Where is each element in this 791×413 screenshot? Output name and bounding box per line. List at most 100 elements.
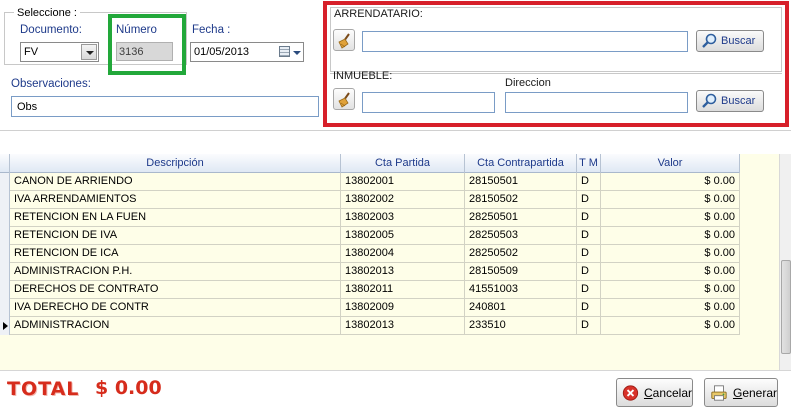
cell-valor[interactable]: $ 0.00	[601, 173, 740, 191]
cell-cta-contrapartida[interactable]: 28250501	[465, 209, 577, 227]
cell-cta-partida[interactable]: 13802009	[341, 299, 465, 317]
numero-label: Número	[116, 24, 157, 36]
table-row[interactable]: RETENCION DE IVA 13802005 28250503 D $ 0.00	[0, 227, 740, 245]
broom-clear-icon[interactable]	[333, 29, 355, 51]
col-cta-partida[interactable]: Cta Partida	[341, 154, 465, 173]
cell-cta-contrapartida[interactable]: 28150509	[465, 263, 577, 281]
table-row[interactable]: RETENCION DE ICA 13802004 28250502 D $ 0.00	[0, 245, 740, 263]
cell-tm[interactable]: D	[577, 245, 601, 263]
cell-cta-contrapartida[interactable]: 28150502	[465, 191, 577, 209]
direccion-input[interactable]	[505, 92, 688, 113]
cancelar-button[interactable]: Cancelar	[616, 378, 693, 407]
buscar-inmueble-button[interactable]: Buscar	[696, 90, 764, 112]
table-row[interactable]: DERECHOS DE CONTRATO 13802011 41551003 D $ 0…	[0, 281, 740, 299]
cell-cta-partida[interactable]: 13802005	[341, 227, 465, 245]
arrendatario-input[interactable]	[362, 31, 688, 52]
cell-tm[interactable]: D	[577, 299, 601, 317]
table-row[interactable]: ADMINISTRACION 13802013 233510 D $ 0.00	[0, 317, 740, 335]
cell-tm[interactable]: D	[577, 317, 601, 335]
fecha-label: Fecha :	[192, 24, 231, 36]
total-label: TOTAL	[7, 378, 80, 400]
table-row[interactable]: CANON DE ARRIENDO 13802001 28150501 D $ 0.00	[0, 173, 740, 191]
cell-descripcion[interactable]: CANON DE ARRIENDO	[10, 173, 341, 191]
cell-cta-partida[interactable]: 13802011	[341, 281, 465, 299]
cell-descripcion[interactable]: DERECHOS DE CONTRATO	[10, 281, 341, 299]
documento-dropdown[interactable]: FV	[20, 42, 99, 62]
generar-label: enerar	[742, 385, 777, 400]
broom-clear-icon[interactable]	[333, 88, 355, 110]
cell-tm[interactable]: D	[577, 209, 601, 227]
col-valor[interactable]: Valor	[601, 154, 740, 173]
buscar-label: Buscar	[721, 95, 756, 107]
cell-descripcion[interactable]: IVA ARRENDAMIENTOS	[10, 191, 341, 209]
cell-tm[interactable]: D	[577, 263, 601, 281]
magnifier-icon	[702, 33, 717, 48]
cell-cta-partida[interactable]: 13802003	[341, 209, 465, 227]
col-cta-contrapartida[interactable]: Cta Contrapartida	[465, 154, 577, 173]
row-selector[interactable]	[0, 299, 10, 317]
cell-tm[interactable]: D	[577, 227, 601, 245]
cell-valor[interactable]: $ 0.00	[601, 299, 740, 317]
cell-valor[interactable]: $ 0.00	[601, 191, 740, 209]
magnifier-icon	[702, 93, 717, 108]
row-selector[interactable]	[0, 227, 10, 245]
cell-descripcion[interactable]: ADMINISTRACION	[10, 317, 341, 335]
spacer-band	[0, 131, 791, 154]
row-selector[interactable]	[0, 281, 10, 299]
cell-valor[interactable]: $ 0.00	[601, 281, 740, 299]
cell-cta-contrapartida[interactable]: 28250503	[465, 227, 577, 245]
cell-cta-partida[interactable]: 13802013	[341, 317, 465, 335]
row-selector[interactable]	[0, 173, 10, 191]
cell-descripcion[interactable]: RETENCION DE IVA	[10, 227, 341, 245]
cell-cta-contrapartida[interactable]: 233510	[465, 317, 577, 335]
observaciones-input[interactable]: Obs	[11, 96, 319, 117]
cancelar-mnemonic: C	[643, 385, 653, 400]
vertical-scrollbar[interactable]	[779, 154, 791, 370]
col-tm[interactable]: T M	[577, 154, 601, 173]
cell-valor[interactable]: $ 0.00	[601, 263, 740, 281]
cell-descripcion[interactable]: IVA DERECHO DE CONTR	[10, 299, 341, 317]
cell-cta-contrapartida[interactable]: 240801	[465, 299, 577, 317]
cell-cta-partida[interactable]: 13802001	[341, 173, 465, 191]
footer-panel: TOTAL $ 0.00 Cancelar Generar	[0, 370, 791, 413]
cell-valor[interactable]: $ 0.00	[601, 209, 740, 227]
cell-tm[interactable]: D	[577, 281, 601, 299]
table-row[interactable]: RETENCION EN LA FUEN 13802003 28250501 D $ 0…	[0, 209, 740, 227]
cell-descripcion[interactable]: RETENCION EN LA FUEN	[10, 209, 341, 227]
cell-valor[interactable]: $ 0.00	[601, 245, 740, 263]
cell-valor[interactable]: $ 0.00	[601, 317, 740, 335]
cell-valor[interactable]: $ 0.00	[601, 227, 740, 245]
cell-cta-partida[interactable]: 13802004	[341, 245, 465, 263]
chevron-down-icon[interactable]	[293, 51, 301, 55]
table-row[interactable]: IVA DERECHO DE CONTR 13802009 240801 D $ 0.0…	[0, 299, 740, 317]
col-descripcion[interactable]: Descripción	[10, 154, 341, 173]
generar-button[interactable]: Generar	[704, 378, 778, 407]
header-panel: Seleccione : Documento: FV Número 3136 F…	[0, 0, 791, 131]
table-row[interactable]: IVA ARRENDAMIENTOS 13802002 28150502 D $ 0.0…	[0, 191, 740, 209]
cell-tm[interactable]: D	[577, 191, 601, 209]
fecha-date-picker[interactable]: 01/05/2013	[190, 42, 304, 62]
documento-label: Documento:	[20, 24, 83, 36]
row-selector[interactable]	[0, 263, 10, 281]
cell-tm[interactable]: D	[577, 173, 601, 191]
cell-cta-partida[interactable]: 13802013	[341, 263, 465, 281]
chevron-down-icon[interactable]	[81, 44, 97, 60]
buscar-arrendatario-button[interactable]: Buscar	[696, 30, 764, 52]
table-row[interactable]: ADMINISTRACION P.H. 13802013 28150509 D $ 0.…	[0, 263, 740, 281]
accounts-table[interactable]: Descripción Cta Partida Cta Contrapartid…	[0, 154, 779, 370]
cell-cta-contrapartida[interactable]: 41551003	[465, 281, 577, 299]
cell-descripcion[interactable]: ADMINISTRACION P.H.	[10, 263, 341, 281]
numero-field: 3136	[116, 42, 173, 61]
row-selector[interactable]	[0, 209, 10, 227]
calendar-icon[interactable]	[279, 46, 290, 57]
red-x-icon	[622, 384, 639, 401]
row-selector[interactable]	[0, 317, 10, 335]
cell-cta-contrapartida[interactable]: 28250502	[465, 245, 577, 263]
inmueble-input[interactable]	[362, 92, 495, 113]
cell-cta-partida[interactable]: 13802002	[341, 191, 465, 209]
row-selector[interactable]	[0, 191, 10, 209]
cell-cta-contrapartida[interactable]: 28150501	[465, 173, 577, 191]
cell-descripcion[interactable]: RETENCION DE ICA	[10, 245, 341, 263]
row-selector[interactable]	[0, 245, 10, 263]
scrollbar-thumb[interactable]	[781, 260, 791, 354]
